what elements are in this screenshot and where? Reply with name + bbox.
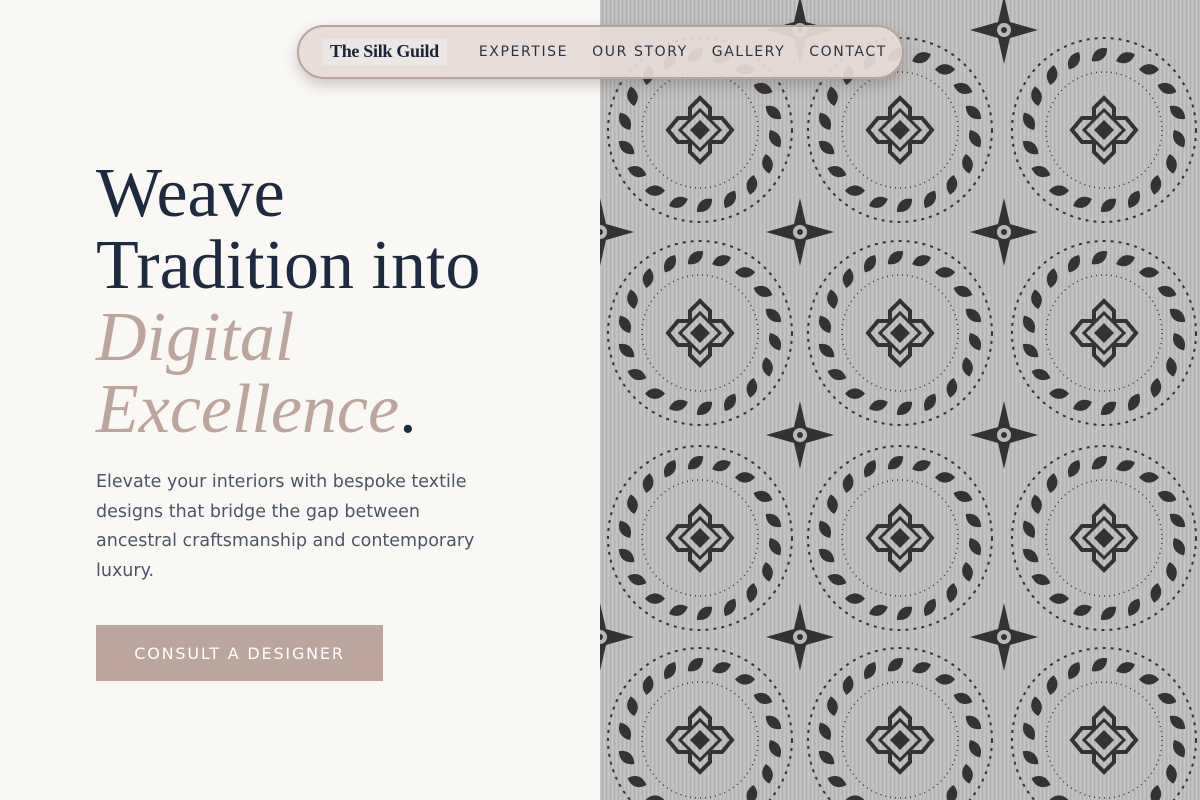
brand-logo[interactable]: The Silk Guild — [322, 39, 447, 65]
nav-link-expertise[interactable]: EXPERTISE — [479, 44, 568, 60]
headline-accent-line-2: Excellence — [96, 371, 400, 448]
headline-period: . — [399, 371, 417, 448]
nav-link-our-story[interactable]: OUR STORY — [592, 44, 688, 60]
textile-pattern-image — [600, 0, 1200, 800]
consult-designer-button[interactable]: CONSULT A DESIGNER — [96, 625, 383, 681]
top-navigation: The Silk Guild EXPERTISE OUR STORY GALLE… — [297, 25, 904, 79]
headline-line-2: Tradition into — [96, 227, 481, 304]
hero-description: Elevate your interiors with bespoke text… — [96, 472, 475, 581]
nav-link-contact[interactable]: CONTACT — [809, 44, 887, 60]
nav-link-gallery[interactable]: GALLERY — [712, 44, 785, 60]
headline-line-1: Weave — [96, 155, 285, 232]
headline-accent-line-1: Digital — [96, 299, 295, 376]
hero-headline: Weave Tradition into Digital Excellence. — [96, 158, 576, 446]
